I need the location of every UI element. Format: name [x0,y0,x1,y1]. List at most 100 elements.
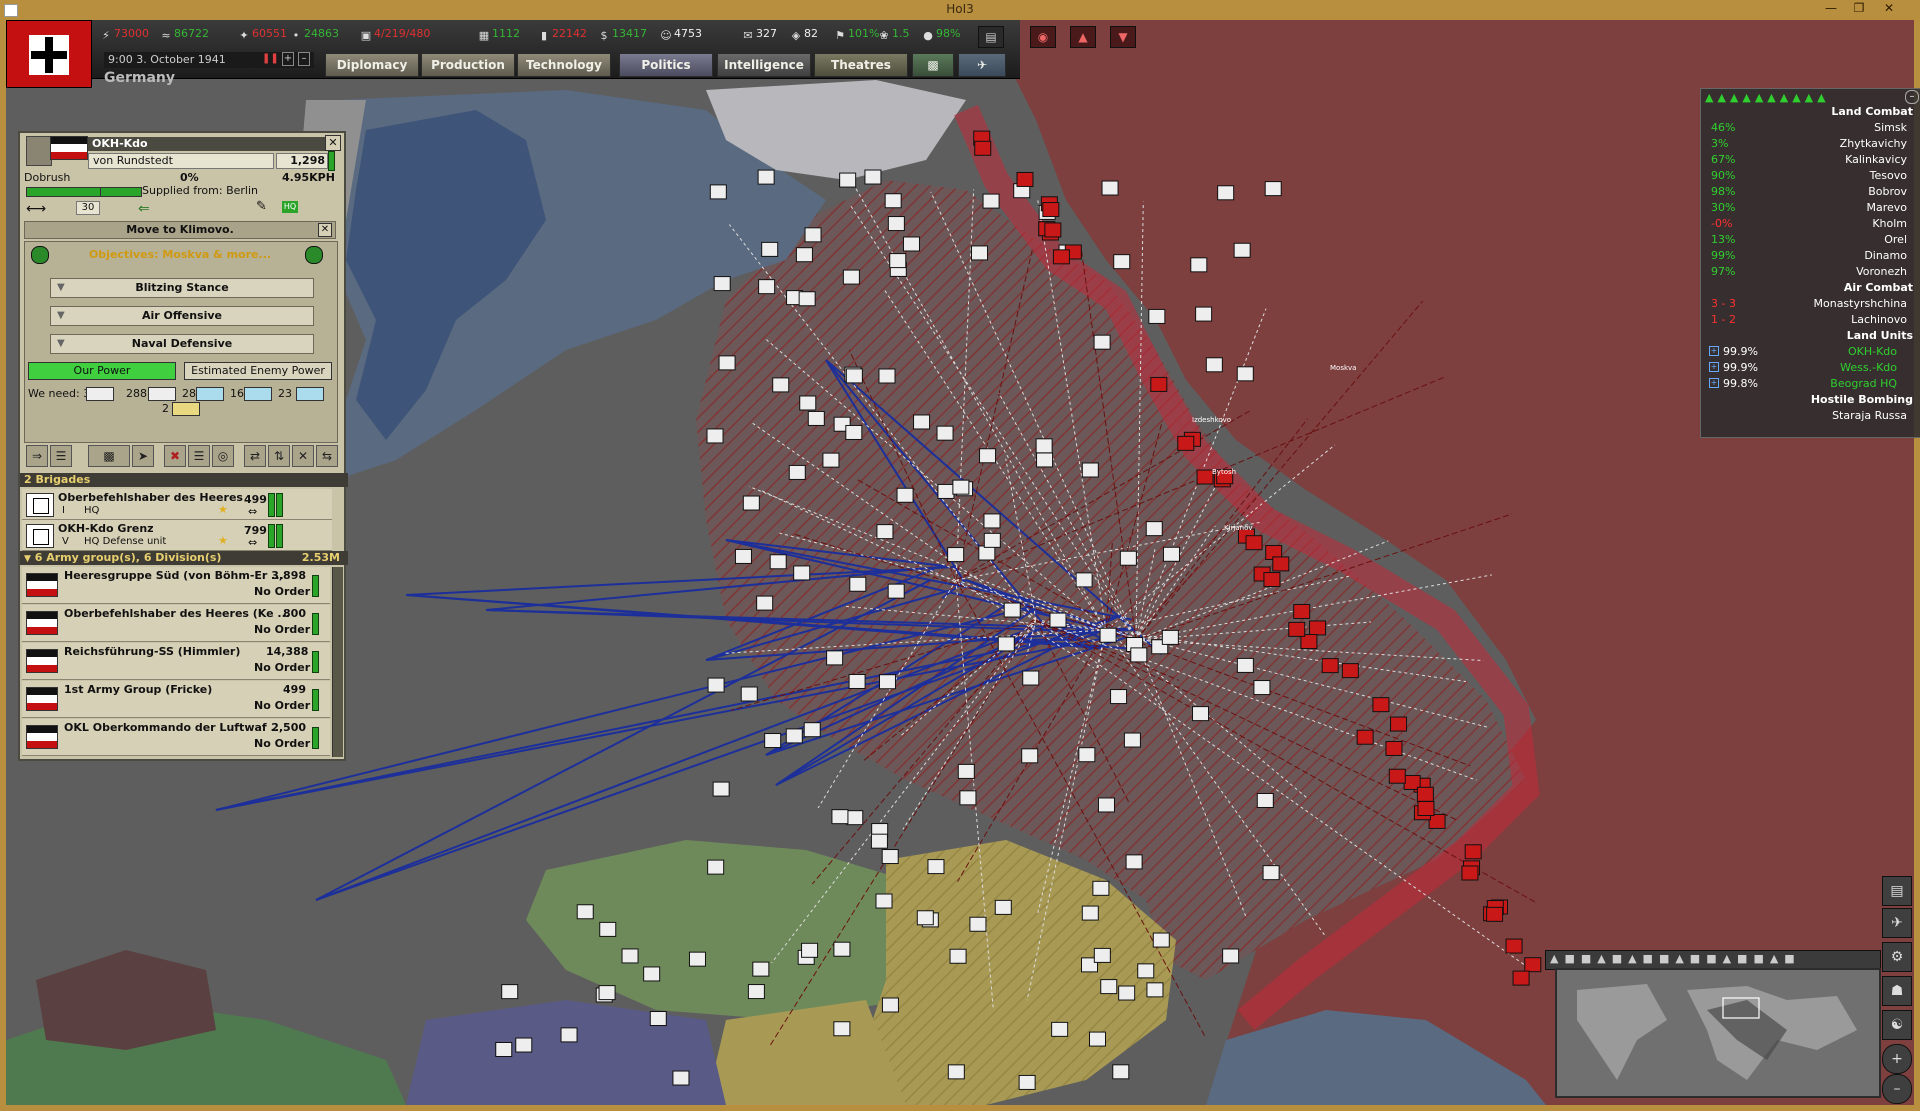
swap-arrow-icon[interactable]: ⇔ [248,536,257,549]
unit-counter[interactable] [706,428,724,444]
unit-counter[interactable] [740,686,758,702]
unit-counter[interactable] [1309,620,1327,636]
combat-location[interactable]: Bobrov [1868,185,1907,198]
subunits-scrollbar[interactable] [332,567,343,757]
combat-location[interactable]: Dinamo [1864,249,1907,262]
unit-counter[interactable] [621,948,639,964]
resource-dissent[interactable]: ❀ 1.5 [878,27,909,43]
unit-counter[interactable] [707,859,725,875]
speed-down-icon[interactable]: – [298,52,310,66]
unit-counter[interactable] [878,368,896,384]
speed-up-icon[interactable]: + [282,52,294,66]
unit-counter[interactable] [1385,740,1403,756]
unit-counter[interactable] [849,576,867,592]
pen-icon[interactable]: ✎ [256,199,267,214]
unit-counter[interactable] [957,763,975,779]
unit-counter[interactable] [949,948,967,964]
cursor-icon[interactable]: ➤ [132,445,154,467]
resource-crude-oil[interactable]: • 24863 [290,27,339,43]
unit-counter[interactable] [1123,732,1141,748]
unit-counter[interactable] [1217,185,1235,201]
commander-name[interactable]: von Rundstedt [88,153,274,169]
unit-counter[interactable] [1416,786,1434,802]
unit-counter[interactable] [842,269,860,285]
close-panel-icon[interactable]: ✕ [325,135,341,151]
unit-counter[interactable] [672,1070,690,1086]
tab-technology[interactable]: Technology [517,53,611,77]
unit-counter[interactable] [599,921,617,937]
split-icon[interactable]: ⇄ [244,445,266,467]
map-mode-button-2[interactable]: ✈ [1882,908,1912,938]
combat-location[interactable]: Zhytkavichy [1840,137,1907,150]
subunit-row[interactable]: Reichsführung-SS (Himmler) 14,388 No Order [22,643,330,680]
unit-counter[interactable] [785,728,803,744]
zoom-out-icon[interactable]: – [1882,1074,1912,1104]
subunit-row[interactable]: Heeresgruppe Süd (von Böhm-Er ... 3,898 No… [22,567,330,604]
unit-counter[interactable] [822,452,840,468]
unit-counter[interactable] [1222,948,1240,964]
unit-counter[interactable] [758,279,776,295]
map-mode-button-5[interactable]: ☯ [1882,1010,1912,1040]
unit-counter[interactable] [718,355,736,371]
tab-intelligence[interactable]: Intelligence [717,53,811,77]
unit-counter[interactable] [947,547,965,563]
unit-counter[interactable] [982,193,1000,209]
unit-counter[interactable] [979,448,997,464]
combat-location[interactable]: Orel [1884,233,1907,246]
unit-counter[interactable] [769,554,787,570]
move-arrow-icon[interactable]: ⟷ [26,201,46,217]
cancel-order-icon[interactable]: ✕ [318,223,332,237]
attach-icon[interactable]: ☰ [188,445,210,467]
unit-counter[interactable] [801,942,819,958]
unit-counter[interactable] [747,984,765,1000]
unit-counter[interactable] [884,193,902,209]
unit-counter[interactable] [952,479,970,495]
unit-counter[interactable] [969,916,987,932]
unit-counter[interactable] [515,1037,533,1053]
unit-counter[interactable] [870,833,888,849]
unit-counter[interactable] [1081,905,1099,921]
resource-fuel[interactable]: ▮ 22142 [538,27,587,43]
stance-dropdown[interactable]: ▼ Blitzing Stance [50,278,314,298]
subunit-row[interactable]: Oberbefehlshaber des Heeres (Ke ... 800 No… [22,605,330,642]
unit-counter[interactable] [1233,242,1251,258]
air-combat-location[interactable]: Monastyrshchina [1814,297,1908,310]
target-icon[interactable]: ◎ [212,445,234,467]
unit-counter[interactable] [1021,748,1039,764]
unit-counter[interactable] [1088,1031,1106,1047]
unit-counter[interactable] [936,425,954,441]
unit-counter[interactable] [1152,932,1170,948]
delete-icon[interactable]: ✕ [292,445,314,467]
list-icon[interactable]: ☰ [50,445,72,467]
unit-counter[interactable] [846,810,864,826]
unit-counter[interactable] [1035,438,1053,454]
unit-counter[interactable] [799,395,817,411]
combat-location[interactable]: Voronezh [1856,265,1907,278]
unit-counter[interactable] [756,595,774,611]
resource-rare-materials[interactable]: ✦ 60551 [238,27,287,43]
unit-counter[interactable] [881,849,899,865]
unit-counter[interactable] [1101,180,1119,196]
objectives-link[interactable]: Objectives: Moskva & more... [55,248,305,261]
enemy-power-button[interactable]: Estimated Enemy Power [184,362,332,380]
unit-counter[interactable] [576,904,594,920]
close-icon[interactable]: ✕ [1876,1,1902,17]
unit-counter[interactable] [913,414,931,430]
unit-counter[interactable] [845,424,863,440]
expand-icon[interactable]: + [1709,378,1719,388]
expand-icon[interactable]: + [1709,362,1719,372]
unit-counter[interactable] [878,674,896,690]
unit-counter[interactable] [1051,1021,1069,1037]
unit-counter[interactable] [1236,657,1254,673]
unit-counter[interactable] [649,1011,667,1027]
unit-counter[interactable] [1162,546,1180,562]
unit-counter[interactable] [1190,257,1208,273]
map-mode-button-3[interactable]: ⚙ [1882,942,1912,972]
unit-counter[interactable] [887,216,905,232]
expand-icon[interactable]: + [1709,346,1719,356]
unit-counter[interactable] [804,227,822,243]
unit-counter[interactable] [983,532,1001,548]
unit-counter[interactable] [707,677,725,693]
unit-counter[interactable] [983,513,1001,529]
unit-counter[interactable] [848,673,866,689]
